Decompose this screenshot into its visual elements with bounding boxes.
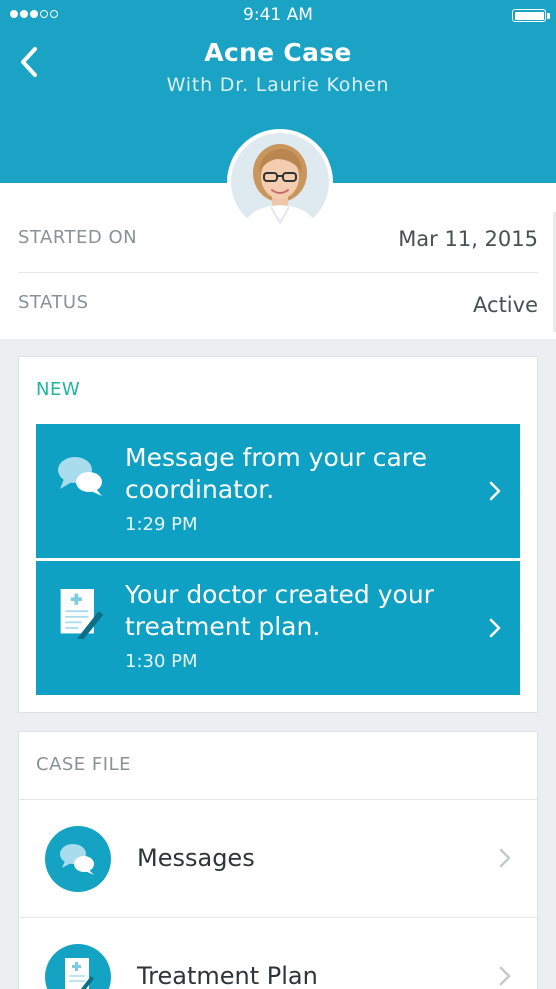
notification-message[interactable]: Message from your care coordinator. 1:29…: [36, 424, 520, 558]
page-title: Acne Case: [204, 38, 352, 67]
notification-text: Your doctor created your treatment plan.: [125, 580, 434, 641]
started-on-value: Mar 11, 2015: [398, 227, 538, 251]
case-file-item-label: Treatment Plan: [137, 962, 318, 989]
battery-tip: [547, 13, 550, 19]
notification-text: Message from your care coordinator.: [125, 443, 427, 504]
chevron-right-icon: [499, 966, 511, 986]
chevron-right-icon: [499, 848, 511, 868]
chevron-right-icon: [489, 618, 501, 638]
new-notifications-card: NEW Message from your care coordinator. …: [18, 356, 538, 713]
chat-bubbles-icon: [45, 826, 111, 892]
status-time: 9:41 AM: [243, 5, 313, 25]
case-file-item-treatment-plan[interactable]: Treatment Plan: [19, 917, 537, 989]
status-label: STATUS: [18, 292, 89, 313]
status-value: Active: [473, 293, 538, 317]
status-row: STATUS Active: [18, 273, 538, 339]
case-file-card: CASE FILE Messages Treatment Plan: [18, 731, 538, 989]
new-section-label: NEW: [36, 379, 81, 400]
case-file-section-label: CASE FILE: [36, 754, 131, 775]
started-on-label: STARTED ON: [18, 227, 138, 248]
status-bar: 9:41 AM: [0, 0, 556, 30]
case-file-item-label: Messages: [137, 844, 255, 872]
notification-treatment-plan[interactable]: Your doctor created your treatment plan.…: [36, 561, 520, 695]
page-subtitle: With Dr. Laurie Kohen: [166, 74, 390, 96]
doctor-avatar[interactable]: [227, 129, 333, 235]
notification-time: 1:29 PM: [125, 514, 198, 535]
chat-bubbles-icon: [58, 457, 102, 496]
notification-time: 1:30 PM: [125, 651, 198, 672]
case-file-item-messages[interactable]: Messages: [19, 799, 537, 917]
battery-icon: [512, 9, 546, 22]
chevron-right-icon: [489, 481, 501, 501]
document-pen-icon: [45, 944, 111, 989]
document-pen-icon: [60, 589, 104, 639]
doctor-portrait-image: [231, 133, 329, 231]
